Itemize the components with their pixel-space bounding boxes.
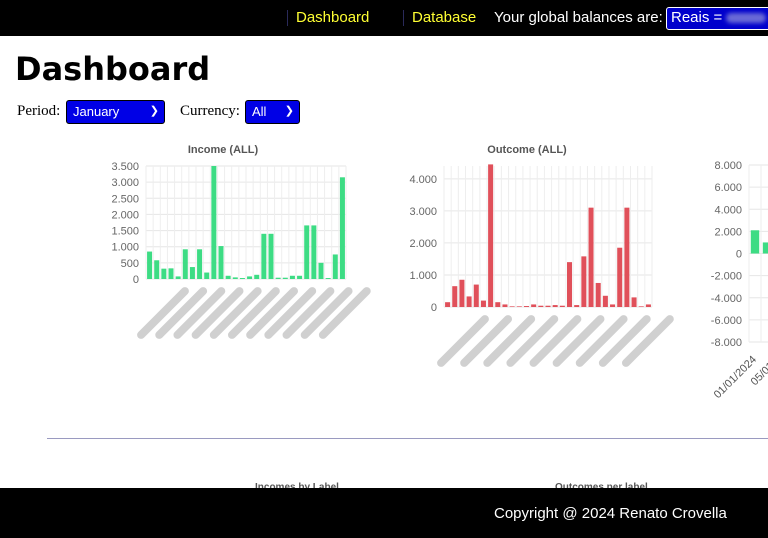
y-tick-label: -6.000	[711, 315, 742, 327]
balance-chart: -8.000 -6.000 -4.000 -2.000 0 2.000 4.000 6.000…	[711, 160, 768, 401]
y-tick-label: 8.000	[714, 160, 742, 172]
y-tick-label: -8.000	[711, 337, 742, 349]
section-divider	[47, 438, 768, 439]
y-tick-label: -4.000	[711, 293, 742, 305]
chart-bar[interactable]	[750, 230, 760, 254]
y-tick-label: -2.000	[711, 271, 742, 283]
footer: Copyright @ 2024 Renato Crovella	[0, 488, 768, 538]
y-tick-label: 0	[736, 249, 742, 261]
y-tick-label: 6.000	[714, 182, 742, 194]
y-tick-label: 2.000	[714, 226, 742, 238]
y-tick-label: 4.000	[714, 204, 742, 216]
copyright-text: Copyright @ 2024 Renato Crovella	[494, 505, 727, 522]
chart-bar[interactable]	[762, 242, 768, 254]
